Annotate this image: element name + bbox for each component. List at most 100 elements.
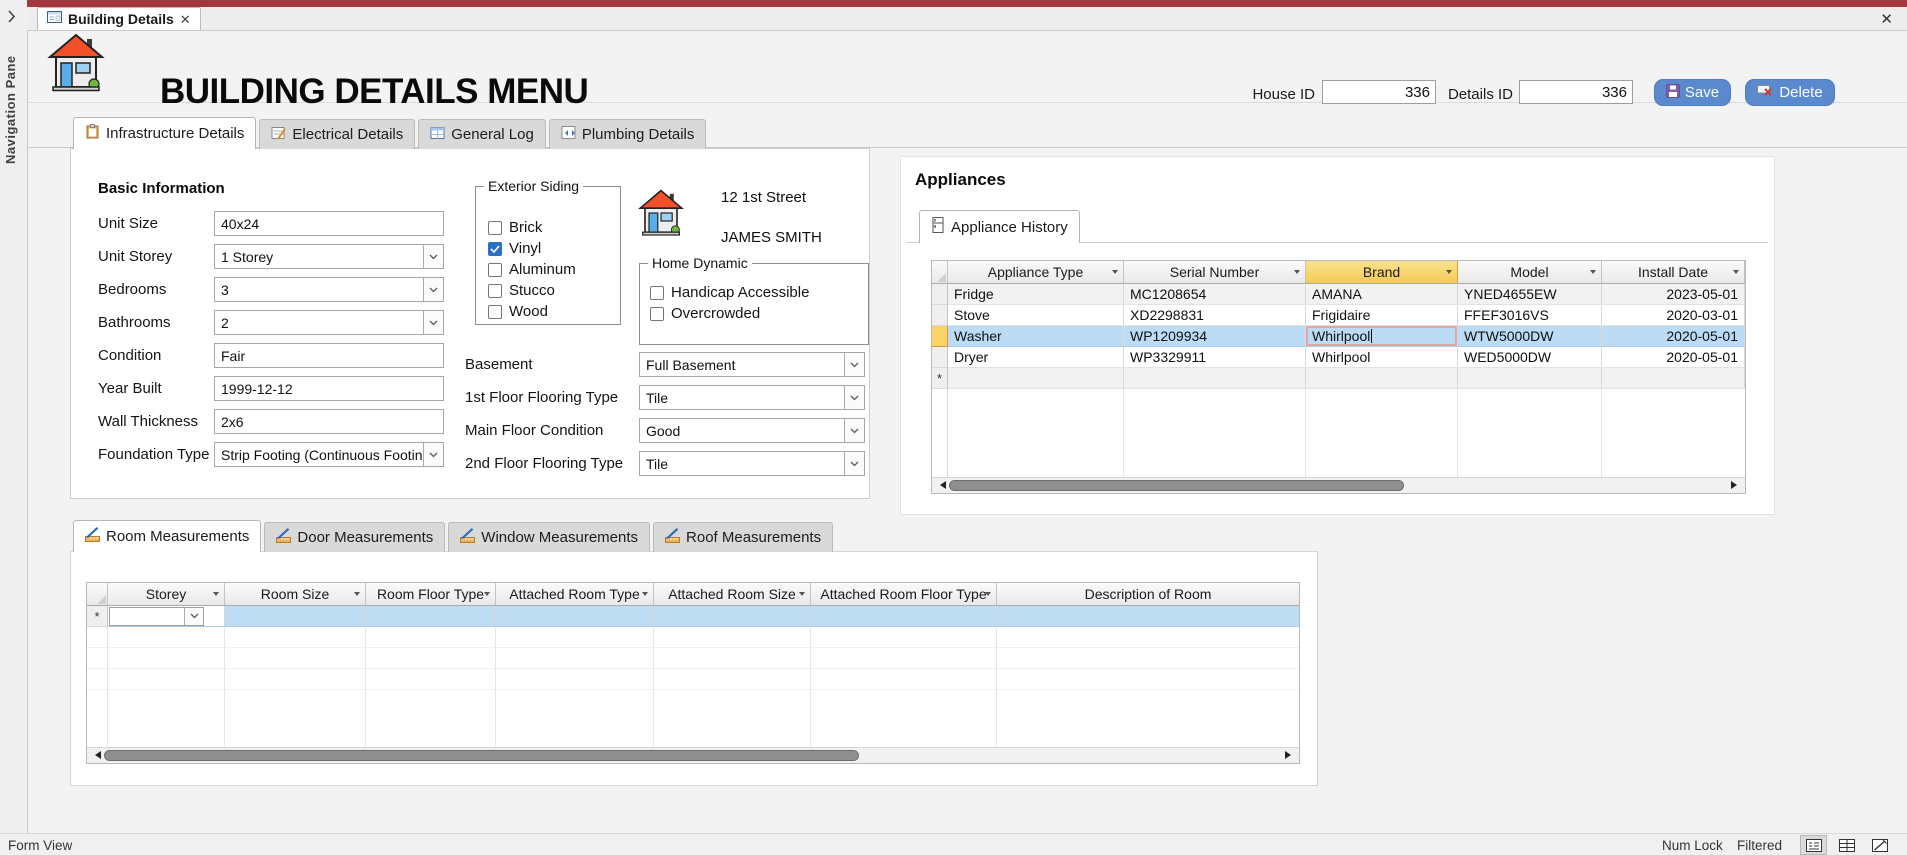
- table-row-stove[interactable]: Stove XD2298831 Frigidaire FFEF3016VS 20…: [932, 305, 1745, 326]
- scroll-left-icon[interactable]: [936, 481, 946, 489]
- brick-checkbox[interactable]: [488, 221, 502, 235]
- tab-appliance-history[interactable]: Appliance History: [919, 210, 1080, 243]
- wall-thickness-field[interactable]: 2x6: [214, 409, 444, 434]
- cell-brand[interactable]: AMANA: [1306, 284, 1458, 305]
- house-id-field[interactable]: 336: [1322, 80, 1436, 104]
- tab-close-icon[interactable]: ✕: [180, 13, 191, 26]
- dropdown-arrow-icon[interactable]: [1294, 270, 1300, 277]
- tab-electrical-details[interactable]: Electrical Details: [259, 119, 415, 149]
- horizontal-scrollbar[interactable]: [932, 477, 1745, 493]
- bedrooms-select[interactable]: 3: [214, 277, 444, 302]
- chevron-down-icon[interactable]: [423, 245, 443, 268]
- row-selector[interactable]: [932, 347, 948, 368]
- cell-model[interactable]: WED5000DW: [1458, 347, 1602, 368]
- empty-cell[interactable]: [496, 606, 654, 627]
- new-record-selector[interactable]: *: [87, 606, 108, 627]
- select-all-cell[interactable]: [932, 261, 948, 283]
- dropdown-arrow-icon[interactable]: [1590, 270, 1596, 277]
- column-header-attached-room-floor-type[interactable]: Attached Room Floor Type: [811, 583, 997, 605]
- select-all-cell[interactable]: [87, 583, 108, 605]
- bathrooms-select[interactable]: 2: [214, 310, 444, 335]
- tab-infrastructure-details[interactable]: Infrastructure Details: [73, 117, 256, 149]
- column-header-description[interactable]: Description of Room: [997, 583, 1299, 605]
- storey-combo[interactable]: [109, 607, 204, 626]
- tab-roof-measurements[interactable]: Roof Measurements: [653, 522, 833, 552]
- cell-serial-number[interactable]: MC1208654: [1124, 284, 1306, 305]
- column-header-room-floor-type[interactable]: Room Floor Type: [366, 583, 496, 605]
- storey-cell[interactable]: [108, 606, 225, 627]
- dropdown-arrow-icon[interactable]: [354, 592, 360, 599]
- scroll-right-icon[interactable]: [1285, 751, 1295, 759]
- chevron-down-icon[interactable]: [844, 386, 864, 409]
- cell-model[interactable]: YNED4655EW: [1458, 284, 1602, 305]
- cell-install-date[interactable]: 2023-05-01: [1602, 284, 1745, 305]
- empty-cell[interactable]: [997, 606, 1299, 627]
- cell-serial-number[interactable]: XD2298831: [1124, 305, 1306, 326]
- first-floor-flooring-select[interactable]: Tile: [639, 385, 865, 410]
- delete-button[interactable]: Delete: [1745, 79, 1835, 106]
- overcrowded-checkbox[interactable]: [650, 307, 664, 321]
- empty-cell[interactable]: [654, 606, 811, 627]
- tab-window-measurements[interactable]: Window Measurements: [448, 522, 650, 552]
- chevron-down-icon[interactable]: [423, 311, 443, 334]
- details-id-field[interactable]: 336: [1519, 80, 1633, 104]
- empty-cell[interactable]: [1306, 368, 1458, 389]
- cell-model[interactable]: WTW5000DW: [1458, 326, 1602, 347]
- scroll-right-icon[interactable]: [1731, 481, 1741, 489]
- cell-install-date[interactable]: 2020-05-01: [1602, 326, 1745, 347]
- column-header-attached-room-type[interactable]: Attached Room Type: [496, 583, 654, 605]
- new-record-row[interactable]: *: [87, 606, 1299, 627]
- column-header-brand[interactable]: Brand: [1306, 261, 1458, 283]
- wood-checkbox[interactable]: [488, 305, 502, 319]
- empty-cell[interactable]: [366, 606, 496, 627]
- column-header-attached-room-size[interactable]: Attached Room Size: [654, 583, 811, 605]
- empty-cell[interactable]: [1602, 368, 1745, 389]
- year-built-field[interactable]: 1999-12-12: [214, 376, 444, 401]
- main-floor-condition-select[interactable]: Good: [639, 418, 865, 443]
- dropdown-arrow-icon[interactable]: [213, 592, 219, 599]
- filtered-indicator[interactable]: Filtered: [1737, 838, 1782, 853]
- dropdown-arrow-icon[interactable]: [1733, 270, 1739, 277]
- empty-cell[interactable]: [811, 606, 997, 627]
- stucco-checkbox[interactable]: [488, 284, 502, 298]
- design-view-button[interactable]: [1866, 835, 1893, 855]
- scroll-left-icon[interactable]: [91, 751, 101, 759]
- vinyl-checkbox[interactable]: [488, 242, 502, 256]
- chevron-down-icon[interactable]: [184, 608, 203, 625]
- unit-storey-select[interactable]: 1 Storey: [214, 244, 444, 269]
- tab-plumbing-details[interactable]: Plumbing Details: [549, 119, 707, 149]
- cell-brand-editing[interactable]: Whirlpool: [1306, 326, 1458, 347]
- handicap-accessible-checkbox[interactable]: [650, 286, 664, 300]
- dropdown-arrow-icon[interactable]: [484, 592, 490, 599]
- chevron-down-icon[interactable]: [423, 278, 443, 301]
- navigation-pane-collapsed[interactable]: Navigation Pane: [0, 0, 28, 833]
- column-header-storey[interactable]: Storey: [108, 583, 225, 605]
- foundation-type-select[interactable]: Strip Footing (Continuous Footing: [214, 442, 444, 467]
- dropdown-arrow-icon[interactable]: [985, 592, 991, 599]
- condition-field[interactable]: Fair: [214, 343, 444, 368]
- cell-appliance-type[interactable]: Fridge: [948, 284, 1124, 305]
- cell-serial-number[interactable]: WP1209934: [1124, 326, 1306, 347]
- column-header-install-date[interactable]: Install Date: [1602, 261, 1745, 283]
- cell-brand[interactable]: Frigidaire: [1306, 305, 1458, 326]
- empty-cell[interactable]: [225, 606, 366, 627]
- unit-size-field[interactable]: 40x24: [214, 211, 444, 236]
- close-icon[interactable]: ✕: [1880, 10, 1893, 28]
- chevron-down-icon[interactable]: [844, 353, 864, 376]
- form-view-button[interactable]: [1800, 835, 1827, 855]
- cell-brand[interactable]: Whirlpool: [1306, 347, 1458, 368]
- table-row-fridge[interactable]: Fridge MC1208654 AMANA YNED4655EW 2023-0…: [932, 284, 1745, 305]
- row-selector[interactable]: [932, 305, 948, 326]
- cell-install-date[interactable]: 2020-05-01: [1602, 347, 1745, 368]
- dropdown-arrow-icon[interactable]: [1112, 270, 1118, 277]
- horizontal-scrollbar[interactable]: [87, 747, 1299, 763]
- chevron-down-icon[interactable]: [423, 443, 443, 466]
- document-tab-building-details[interactable]: Building Details ✕: [37, 7, 201, 30]
- save-button[interactable]: Save: [1654, 79, 1731, 106]
- chevron-down-icon[interactable]: [844, 419, 864, 442]
- empty-cell[interactable]: [1458, 368, 1602, 389]
- tab-door-measurements[interactable]: Door Measurements: [264, 522, 445, 552]
- empty-cell[interactable]: [948, 368, 1124, 389]
- dropdown-arrow-icon[interactable]: [799, 592, 805, 599]
- tab-general-log[interactable]: General Log: [418, 119, 546, 149]
